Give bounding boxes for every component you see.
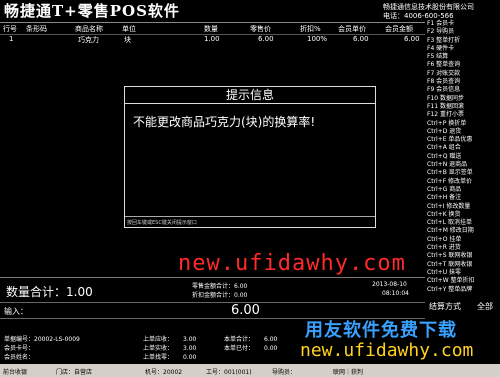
menu-item[interactable]: Ctrl+G 商品 bbox=[427, 186, 500, 194]
menu-item[interactable]: Ctrl+D 退货 bbox=[427, 128, 500, 136]
retail-total-value: 6.00 bbox=[234, 283, 248, 290]
menu-item[interactable]: Ctrl+K 换货 bbox=[427, 211, 500, 219]
cell-discount: 100% bbox=[307, 35, 328, 43]
status-machine: 机号：20002 bbox=[145, 369, 183, 376]
settle-method-button[interactable]: 结算方式 bbox=[429, 301, 461, 312]
discount-total-value: 0.00 bbox=[234, 292, 248, 299]
col-header-barcode: 条形码 bbox=[26, 25, 47, 33]
menu-item[interactable]: F3 整单打折 bbox=[427, 37, 500, 45]
retail-total-label: 零售金额合计： bbox=[192, 283, 235, 290]
function-key-menu: F1 会员卡 F2 导购员 F3 整单打折 F4 硬件卡 F5 结算 F6 整单… bbox=[427, 20, 500, 297]
retail-total: 零售金额合计：6.00 bbox=[192, 281, 247, 290]
menu-item[interactable]: F4 硬件卡 bbox=[427, 45, 500, 53]
cell-member-amount: 6.00 bbox=[404, 35, 420, 43]
menu-item[interactable]: Ctrl+Y 整单品牌 bbox=[427, 286, 500, 294]
all-button[interactable]: 全部 bbox=[477, 301, 493, 312]
menu-item[interactable]: Ctrl+W 整单折扣 bbox=[427, 277, 500, 285]
this-paid: 本单已付： 0.00 bbox=[224, 343, 277, 352]
col-header-line: 行号 bbox=[3, 25, 17, 33]
menu-item[interactable]: F9 会员信息 bbox=[427, 86, 500, 94]
col-header-price: 零售价 bbox=[250, 25, 271, 33]
menu-item[interactable]: F12 重打小票 bbox=[427, 111, 500, 119]
cell-unit: 块 bbox=[124, 36, 131, 44]
menu-item[interactable]: Ctrl+F 修改单价 bbox=[427, 178, 500, 186]
menu-item[interactable]: Ctrl+T 联网收银 bbox=[427, 261, 500, 269]
menu-item[interactable]: Ctrl+B 显示签单 bbox=[427, 169, 500, 177]
totals-divider bbox=[0, 277, 425, 278]
date-display: 2013-08-10 bbox=[372, 281, 407, 288]
status-bar: 前台收银 门店：自营店 机号：20002 工号：001(001) 导购员： 联网… bbox=[0, 364, 500, 377]
col-header-product: 商品名称 bbox=[75, 25, 103, 33]
doc-no: 单据编号：20002-LS-0009 bbox=[4, 334, 80, 343]
menu-item[interactable]: Ctrl+O 挂单 bbox=[427, 236, 500, 244]
status-guide: 导购员： bbox=[272, 369, 297, 376]
prev-change: 上单找零： 0.00 bbox=[143, 352, 196, 361]
info-dialog: 提示信息 不能更改商品巧克力(块)的换算率! 按回车键或ESC键关闭提示窗口 bbox=[124, 86, 376, 228]
status-mode: 联网｜获判 bbox=[333, 369, 364, 376]
this-total: 本单合计： 6.00 bbox=[224, 334, 277, 343]
col-header-unit: 单位 bbox=[122, 25, 136, 33]
cell-product: 巧克力 bbox=[78, 36, 99, 44]
member-name: 会员姓名： bbox=[4, 354, 35, 361]
menu-item[interactable]: Ctrl+U 抹零 bbox=[427, 269, 500, 277]
col-header-discount: 折扣% bbox=[300, 25, 321, 33]
table-row[interactable]: 1 巧克力 块 1.00 6.00 100% 6.00 6.00 bbox=[0, 34, 425, 45]
input-field[interactable]: 6.00 bbox=[231, 303, 260, 318]
time-display: 08:10:04 bbox=[382, 290, 409, 297]
col-header-member-amount: 会员金额 bbox=[385, 25, 413, 33]
prev-receivable: 上单应收： 3.00 bbox=[143, 334, 196, 343]
cell-member-price: 6.00 bbox=[353, 35, 369, 43]
cell-qty: 1.00 bbox=[204, 35, 220, 43]
qty-total-label: 数量合计： bbox=[6, 285, 67, 299]
menu-item[interactable]: F7 对账交款 bbox=[427, 70, 500, 78]
dialog-message: 不能更改商品巧克力(块)的换算率! bbox=[133, 115, 316, 129]
member-card: 会员卡号： bbox=[4, 345, 35, 352]
watermark-blue: 用友软件免费下载 bbox=[305, 320, 457, 341]
menu-item[interactable]: Ctrl+S 联网收银 bbox=[427, 252, 500, 260]
prev-change-label: 上单找零： bbox=[143, 354, 174, 361]
watermark-yellow: new.ufidawhy.com bbox=[300, 340, 474, 361]
qty-total-value: 1.00 bbox=[66, 285, 93, 299]
menu-item[interactable]: Ctrl+Q 赠送 bbox=[427, 153, 500, 161]
prev-received: 上单实收： 3.00 bbox=[143, 343, 196, 352]
cell-price: 6.00 bbox=[258, 35, 274, 43]
menu-item[interactable]: Ctrl+M 修改日期 bbox=[427, 227, 500, 235]
this-paid-label: 本单已付： bbox=[224, 345, 255, 352]
doc-no-value: 20002-LS-0009 bbox=[34, 336, 80, 343]
doc-no-label: 单据编号： bbox=[4, 336, 35, 343]
status-cashier: 前台收银 bbox=[3, 369, 28, 376]
table-header: 行号 条形码 商品名称 单位 数量 零售价 折扣% 会员单价 会员金额 bbox=[0, 23, 425, 34]
status-store: 门店：自营店 bbox=[56, 369, 93, 376]
menu-item[interactable]: Ctrl+I 修改数量 bbox=[427, 203, 500, 211]
status-staff: 工号：001(001) bbox=[206, 369, 252, 376]
prev-received-value: 3.00 bbox=[183, 345, 197, 352]
menu-item[interactable]: F10 数据同步 bbox=[427, 95, 500, 103]
discount-total: 折扣金额合计：0.00 bbox=[192, 290, 247, 299]
col-header-qty: 数量 bbox=[204, 25, 218, 33]
dialog-title: 提示信息 bbox=[125, 87, 375, 104]
menu-item[interactable]: Ctrl+H 备注 bbox=[427, 194, 500, 202]
qty-total: 数量合计：1.00 bbox=[6, 283, 93, 300]
prev-received-label: 上单实收： bbox=[143, 345, 174, 352]
menu-item[interactable]: F2 导购员 bbox=[427, 28, 500, 36]
this-total-value: 6.00 bbox=[264, 336, 278, 343]
this-total-label: 本单合计： bbox=[224, 336, 255, 343]
app-title: 畅捷通T+零售POS软件 bbox=[4, 2, 180, 20]
side-buttons: 结算方式 全部 bbox=[427, 300, 500, 312]
input-label: 输入： bbox=[4, 307, 28, 316]
discount-total-label: 折扣金额合计： bbox=[192, 292, 235, 299]
menu-item[interactable]: F6 整单查询 bbox=[427, 61, 500, 69]
prev-change-value: 0.00 bbox=[183, 354, 197, 361]
cell-line: 1 bbox=[9, 35, 14, 43]
menu-item[interactable]: Ctrl+P 换折单 bbox=[427, 120, 500, 128]
col-header-member-price: 会员单价 bbox=[338, 25, 366, 33]
prev-receivable-label: 上单应收： bbox=[143, 336, 174, 343]
dialog-hint: 按回车键或ESC键关闭提示窗口 bbox=[125, 216, 375, 228]
this-paid-value: 0.00 bbox=[264, 345, 278, 352]
watermark-red: new.ufidawhy.com bbox=[178, 251, 406, 276]
menu-item[interactable]: Ctrl+A 组合 bbox=[427, 144, 500, 152]
prev-receivable-value: 3.00 bbox=[183, 336, 197, 343]
